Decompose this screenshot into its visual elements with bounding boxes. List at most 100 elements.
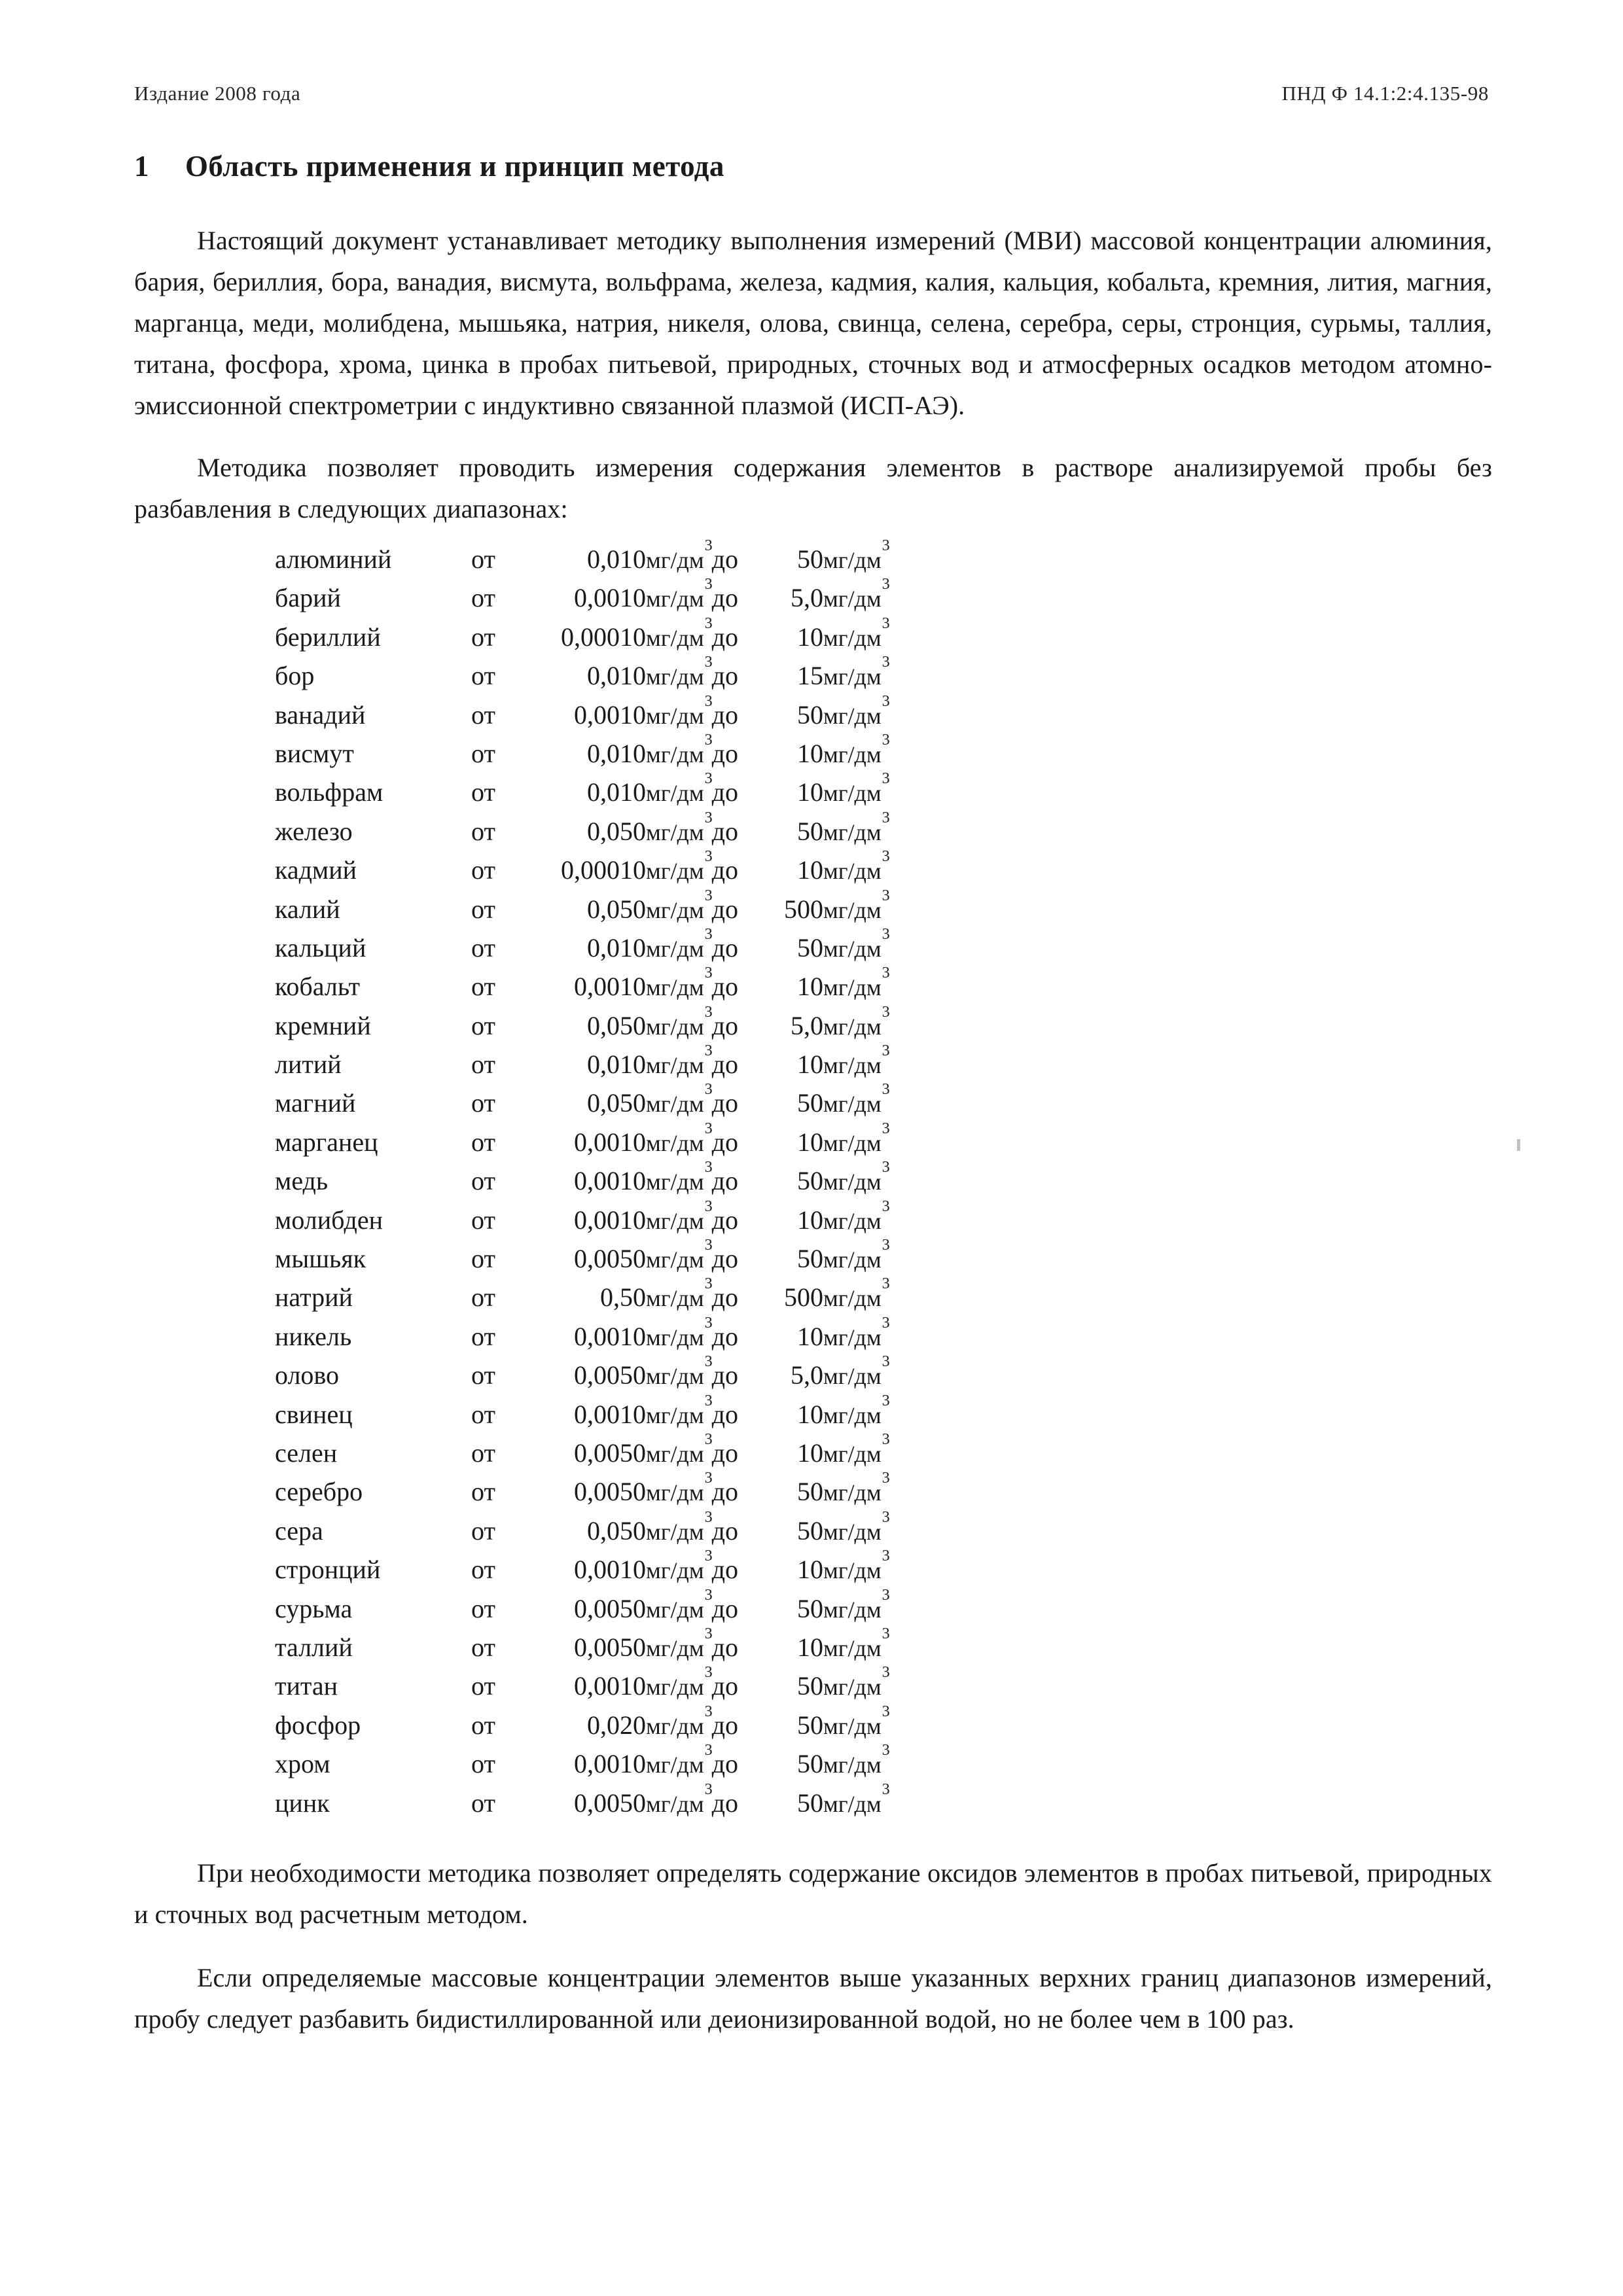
range-upper-unit: мг/дм3 [823,1430,890,1467]
range-to-label: до [711,1360,738,1390]
range-lower-unit: мг/дм3 [645,537,713,573]
range-upper-value: 50 [796,1166,823,1196]
range-upper-value: 10 [796,1438,823,1468]
range-lower-value: 0,0050 [573,1360,646,1390]
range-upper-unit: мг/дм3 [823,848,890,885]
range-lower-unit: мг/дм3 [645,654,713,690]
range-lower-unit: мг/дм3 [645,887,713,923]
range-from-label: от [471,738,495,768]
table-row: сурьма от 0,0050 мг/дм3 до 50 мг/дм3 [275,1587,890,1634]
range-element-name: кальций [275,932,366,963]
range-upper-unit: мг/дм3 [823,1780,890,1817]
range-upper-value: 10 [796,1399,823,1429]
table-row: молибден от 0,0010 мг/дм3 до 10 мг/дм3 [275,1199,890,1246]
table-row: сера от 0,050 мг/дм3 до 50 мг/дм3 [275,1510,890,1557]
range-upper-unit: мг/дм3 [823,1081,890,1118]
range-lower-unit: мг/дм3 [645,1159,713,1195]
range-to-label: до [711,972,738,1002]
range-from-label: от [471,699,495,730]
range-upper-unit: мг/дм3 [823,1159,890,1195]
range-lower-unit: мг/дм3 [645,1392,713,1428]
range-upper-value: 5,0 [790,1360,823,1390]
range-lower-value: 0,0010 [573,972,646,1002]
range-lower-value: 0,0050 [573,1244,646,1274]
range-to-label: до [711,622,738,652]
range-from-label: от [471,1050,495,1080]
range-to-label: до [711,1127,738,1157]
range-lower-unit: мг/дм3 [645,692,713,729]
range-element-name: кремний [275,1010,371,1040]
range-upper-value: 50 [796,1515,823,1545]
range-lower-unit: мг/дм3 [645,925,713,962]
range-from-label: от [471,1671,495,1701]
range-to-label: до [711,1632,738,1662]
range-upper-value: 10 [796,1632,823,1662]
section-number: 1 [134,150,149,183]
table-row: натрий от 0,50 мг/дм3 до 500 мг/дм3 [275,1276,890,1323]
range-upper-value: 50 [796,1244,823,1274]
range-element-name: таллий [275,1632,353,1662]
table-row: таллий от 0,0050 мг/дм3 до 10 мг/дм3 [275,1626,890,1673]
table-row: кадмий от 0,00010 мг/дм3 до 10 мг/дм3 [275,848,890,896]
range-to-label: до [711,1399,738,1429]
paragraph-scope: Настоящий документ устанавливает методик… [134,226,1492,420]
range-lower-value: 0,50 [599,1282,646,1313]
range-lower-value: 0,0010 [573,1555,646,1585]
measurement-ranges-table: алюминий от 0,010 мг/дм3 до 50 мг/дм3 барий от 0,… [275,537,890,1829]
table-row: цинк от 0,0050 мг/дм3 до 50 мг/дм3 [275,1780,890,1829]
range-upper-value: 10 [796,972,823,1002]
table-row: фосфор от 0,020 мг/дм3 до 50 мг/дм3 [275,1704,890,1751]
range-lower-value: 0,010 [586,544,646,574]
range-lower-unit: мг/дм3 [645,1470,713,1506]
range-to-label: до [711,816,738,846]
range-lower-value: 0,00010 [560,855,646,885]
range-lower-value: 0,0010 [573,1127,646,1157]
range-lower-value: 0,0010 [573,699,646,730]
table-row: свинец от 0,0010 мг/дм3 до 10 мг/дм3 [275,1392,890,1440]
range-lower-value: 0,010 [586,738,646,768]
range-from-label: от [471,1477,495,1507]
table-row: ванадий от 0,0010 мг/дм3 до 50 мг/дм3 [275,692,890,741]
range-to-label: до [711,1749,738,1779]
range-lower-value: 0,0010 [573,1749,646,1779]
range-lower-unit: мг/дм3 [645,964,713,1001]
range-element-name: хром [275,1749,330,1779]
range-upper-unit: мг/дм3 [823,964,890,1001]
range-upper-value: 5,0 [790,1010,823,1040]
header-document-code: ПНД Ф 14.1:2:4.135-98 [1281,82,1489,105]
table-row: бериллий от 0,00010 мг/дм3 до 10 мг/дм3 [275,616,890,663]
range-lower-value: 0,0050 [573,1788,646,1818]
range-from-label: от [471,894,495,924]
range-upper-unit: мг/дм3 [823,887,890,923]
range-lower-value: 0,050 [586,1010,646,1040]
measurement-ranges-body: алюминий от 0,010 мг/дм3 до 50 мг/дм3 барий от 0,… [275,537,890,1829]
range-lower-value: 0,050 [586,1515,646,1545]
range-from-label: от [471,777,495,807]
range-lower-unit: мг/дм3 [645,1547,713,1584]
table-row: олово от 0,0050 мг/дм3 до 5,0 мг/дм3 [275,1354,890,1401]
range-element-name: цинк [275,1788,330,1818]
range-from-label: от [471,855,495,885]
range-to-label: до [711,1515,738,1545]
range-upper-unit: мг/дм3 [823,1237,890,1273]
range-upper-value: 10 [796,1127,823,1157]
range-to-label: до [711,544,738,574]
table-row: алюминий от 0,010 мг/дм3 до 50 мг/дм3 [275,537,890,585]
range-lower-unit: мг/дм3 [645,1664,713,1701]
range-from-label: от [471,544,495,574]
range-to-label: до [711,777,738,807]
range-upper-value: 500 [783,1282,823,1313]
range-upper-unit: мг/дм3 [823,537,890,573]
header-edition-year: Издание 2008 года [134,82,301,105]
table-row: серебро от 0,0050 мг/дм3 до 50 мг/дм3 [275,1470,890,1517]
range-lower-unit: мг/дм3 [645,1081,713,1118]
range-to-label: до [711,1205,738,1235]
range-from-label: от [471,1632,495,1662]
range-element-name: свинец [275,1399,353,1429]
range-lower-value: 0,010 [586,932,646,963]
table-row: бор от 0,010 мг/дм3 до 15 мг/дм3 [275,654,890,701]
range-upper-value: 50 [796,1788,823,1818]
range-from-label: от [471,1515,495,1545]
range-upper-unit: мг/дм3 [823,731,890,768]
